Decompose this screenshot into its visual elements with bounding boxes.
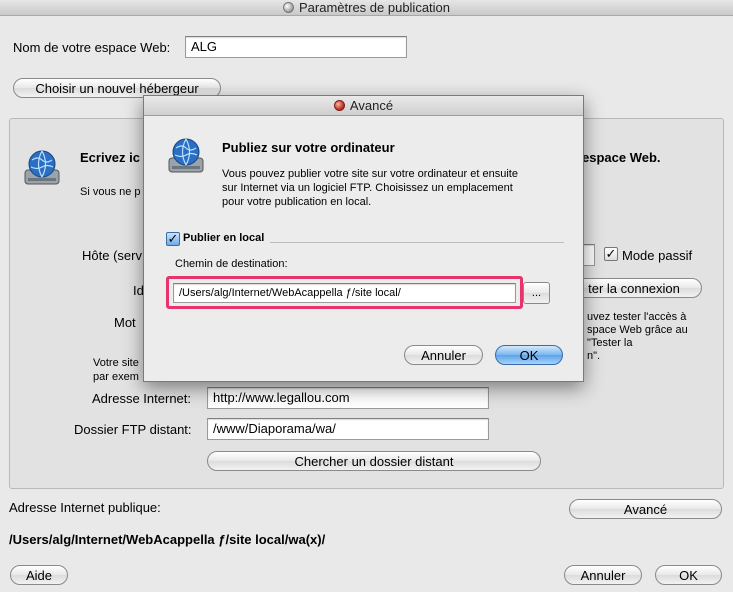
description-line: Vous pouvez publier votre site sur votre…	[222, 168, 518, 180]
close-dot-icon[interactable]	[282, 2, 294, 13]
internet-address-input[interactable]: http://www.legallou.com	[207, 387, 489, 409]
globe-disk-icon	[168, 138, 204, 173]
advanced-dialog-title: Avancé	[349, 98, 394, 113]
ok-button[interactable]: OK	[655, 565, 722, 585]
public-address-label: Adresse Internet publique:	[9, 500, 161, 515]
test-hint: uvez tester l'accès à space Web grâce au…	[587, 311, 688, 363]
host-input-edge[interactable]	[583, 244, 595, 266]
destination-label: Chemin de destination:	[175, 258, 288, 270]
checkmark-icon: ✓	[605, 246, 617, 261]
section-separator	[270, 242, 564, 243]
cancel-button[interactable]: Annuler	[564, 565, 642, 585]
public-path: /Users/alg/Internet/WebAcappella ƒ/site …	[9, 532, 326, 547]
test-hint-line: "Tester la	[587, 337, 633, 349]
close-dot-icon[interactable]	[333, 100, 345, 111]
passive-mode-label: Mode passif	[622, 248, 693, 263]
destination-path-input[interactable]: /Users/alg/Internet/WebAcappella ƒ/site …	[173, 283, 516, 303]
globe-disk-icon	[24, 150, 60, 185]
group-subtext-left: Si vous ne p	[80, 186, 141, 198]
dialog-ok-button[interactable]: OK	[495, 345, 563, 365]
internet-address-label: Adresse Internet:	[92, 391, 191, 406]
advanced-dialog-titlebar: Avancé	[144, 96, 583, 116]
checkmark-icon: ✓	[167, 231, 179, 246]
site-note-line: par exem	[93, 371, 139, 383]
help-button[interactable]: Aide	[10, 565, 68, 585]
passive-mode-checkbox[interactable]: ✓	[604, 247, 618, 261]
password-label: Mot	[114, 315, 136, 330]
ftp-folder-label: Dossier FTP distant:	[74, 422, 192, 437]
space-name-input[interactable]: ALG	[185, 36, 407, 58]
site-note-line: Votre site	[93, 357, 139, 369]
test-connection-button[interactable]: ter la connexion	[566, 278, 702, 298]
test-hint-line: n".	[587, 350, 601, 362]
find-remote-folder-button[interactable]: Chercher un dossier distant	[207, 451, 541, 471]
test-hint-line: uvez tester l'accès à	[587, 311, 687, 323]
test-hint-line: space Web grâce au	[587, 324, 688, 336]
group-heading-left: Ecrivez ic	[80, 150, 140, 165]
window-title: Paramètres de publication	[298, 0, 451, 15]
description-line: sur Internet via un logiciel FTP. Choisi…	[222, 182, 513, 194]
advanced-button[interactable]: Avancé	[569, 499, 722, 519]
publish-local-label: Publier en local	[183, 232, 265, 244]
advanced-dialog-heading: Publiez sur votre ordinateur	[222, 140, 395, 155]
space-name-label: Nom de votre espace Web:	[13, 40, 171, 55]
window-titlebar: Paramètres de publication	[0, 0, 733, 16]
advanced-dialog: Avancé Publiez sur votre ordinateur Vous…	[143, 95, 584, 382]
site-note: Votre site par exem	[93, 356, 139, 384]
host-label: Hôte (serv	[82, 248, 142, 263]
ftp-folder-input[interactable]: /www/Diaporama/wa/	[207, 418, 489, 440]
advanced-dialog-description: Vous pouvez publier votre site sur votre…	[222, 167, 518, 209]
browse-button[interactable]: ...	[523, 282, 550, 304]
description-line: pour votre publication en local.	[222, 196, 372, 208]
group-heading-right: espace Web.	[582, 150, 661, 165]
publish-local-checkbox[interactable]: ✓	[166, 232, 180, 246]
dialog-cancel-button[interactable]: Annuler	[404, 345, 483, 365]
